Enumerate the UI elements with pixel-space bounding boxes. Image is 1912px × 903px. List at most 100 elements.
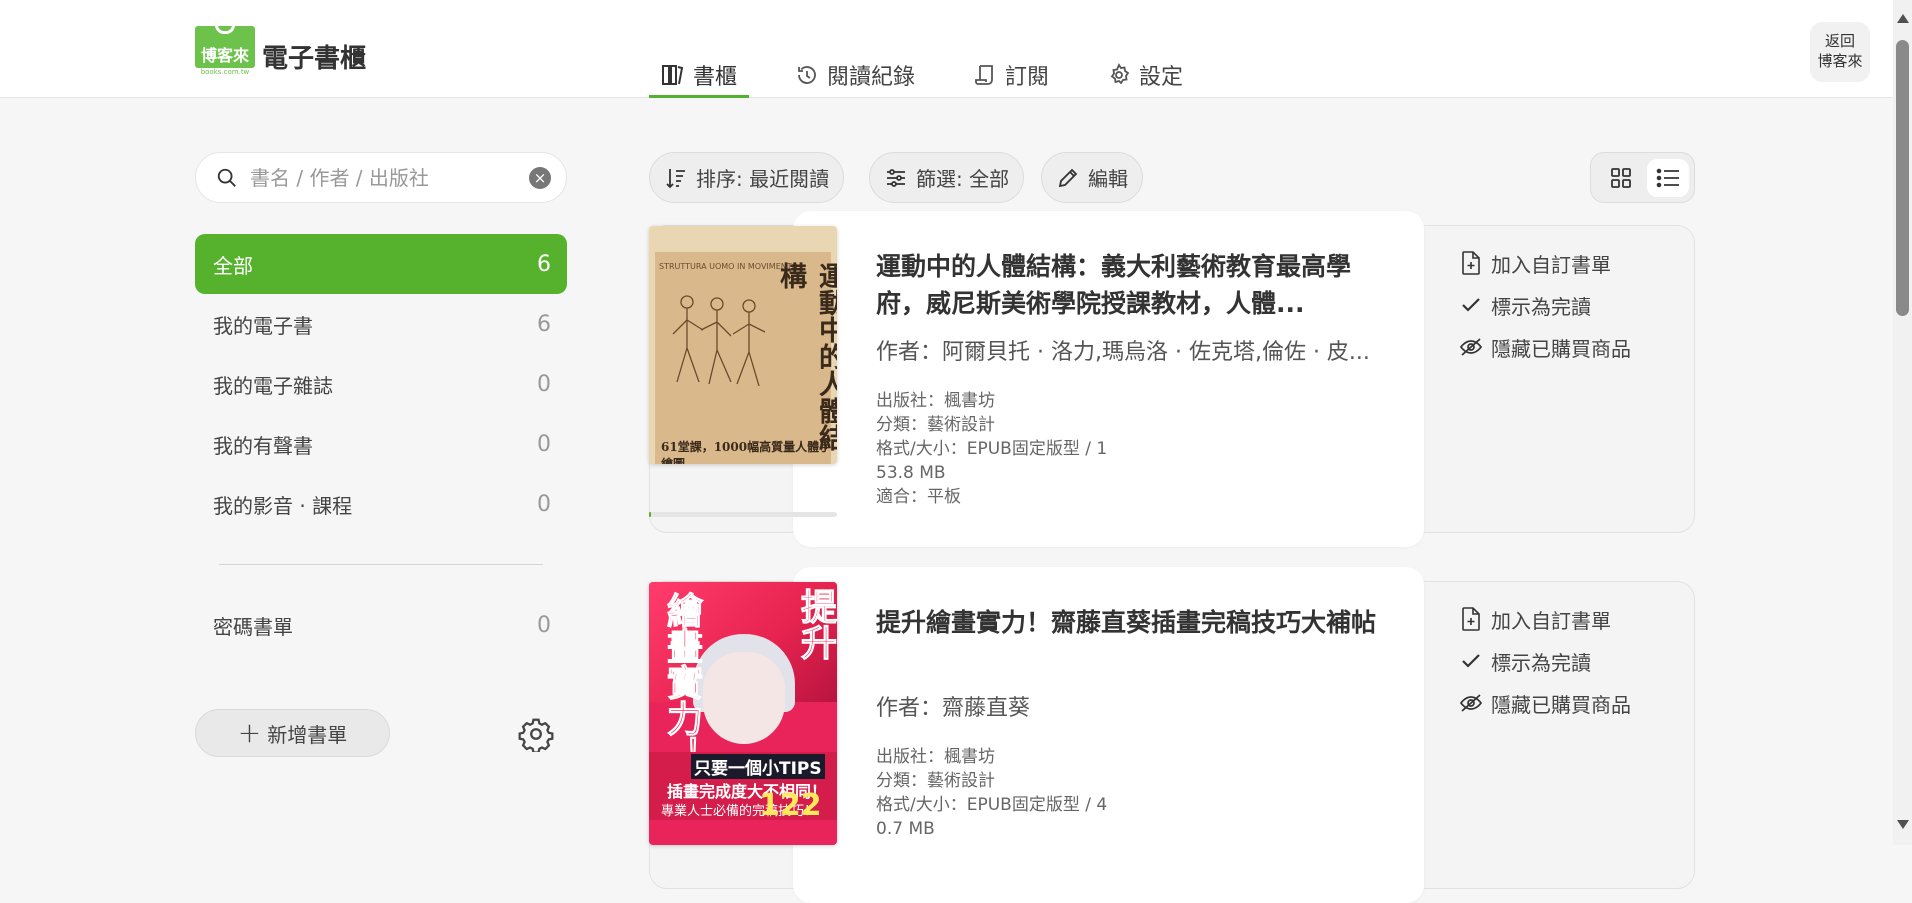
- list-view-button[interactable]: [1647, 159, 1689, 197]
- book-author: 作者：齋藤直葵: [876, 696, 1031, 721]
- book-format: 格式/大小：EPUB固定版型 / 1: [876, 439, 1108, 459]
- scroll-thumb[interactable]: [1896, 40, 1909, 316]
- tab-reading-history[interactable]: 閱讀紀錄: [783, 52, 927, 98]
- check-icon: [1462, 654, 1480, 668]
- sort-icon: [666, 168, 685, 188]
- tab-settings-label: 設定: [1139, 65, 1184, 90]
- category-code-list-wrap: 密碼書單 0: [195, 595, 567, 655]
- bookshelf-icon: [662, 65, 684, 85]
- search-box: ×: [195, 152, 567, 203]
- search-input[interactable]: [248, 162, 518, 194]
- cover-character-face: [703, 652, 785, 744]
- reading-progress-bar: [649, 512, 837, 517]
- tab-bookshelf[interactable]: 書櫃: [649, 52, 750, 98]
- category-label: 全部: [213, 253, 253, 278]
- category-label: 密碼書單: [213, 614, 293, 639]
- cover-line1: 只要一個小TIPS: [691, 754, 825, 779]
- scroll-down-arrow-icon[interactable]: [1897, 820, 1909, 829]
- action-label: 加入自訂書單: [1491, 608, 1611, 633]
- edit-button[interactable]: 編輯: [1041, 152, 1143, 203]
- mark-as-finished-button[interactable]: 標示為完讀: [1459, 284, 1631, 326]
- book-cover[interactable]: 繪畫實力！ 提升 只要一個小TIPS 插畫完成度大不相同！ 專業人士必備的完稿技…: [649, 582, 837, 845]
- clear-search-icon[interactable]: ×: [529, 167, 551, 189]
- back-button-line1: 返回: [1824, 32, 1855, 50]
- category-label: 我的有聲書: [213, 433, 313, 458]
- logo-text: 博客來: [200, 46, 249, 65]
- category-my-ebooks[interactable]: 我的電子書 6: [195, 294, 567, 354]
- category-label: 我的電子雜誌: [213, 373, 333, 398]
- eye-off-icon: [1459, 338, 1483, 356]
- category-my-emagazines[interactable]: 我的電子雜誌 0: [195, 354, 567, 414]
- action-label: 標示為完讀: [1491, 650, 1591, 675]
- book-category: 分類：藝術設計: [876, 771, 995, 791]
- history-icon: [798, 66, 816, 84]
- book-title[interactable]: 運動中的人體結構：義大利藝術教育最高學府，威尼斯美術學院授課教材，人體...: [876, 248, 1386, 322]
- add-to-custom-list-button[interactable]: 加入自訂書單: [1459, 242, 1631, 284]
- book-size: 53.8 MB: [876, 463, 946, 483]
- add-book-list-button[interactable]: + 新增書單: [195, 709, 390, 757]
- category-count: 0: [537, 491, 551, 517]
- vertical-scrollbar[interactable]: [1893, 0, 1912, 845]
- category-label: 我的影音 · 課程: [213, 493, 353, 518]
- hide-purchased-button[interactable]: 隱藏已購買商品: [1459, 682, 1631, 724]
- file-plus-icon: [1462, 251, 1480, 275]
- category-label: 我的電子書: [213, 313, 313, 338]
- add-to-custom-list-button[interactable]: 加入自訂書單: [1459, 598, 1631, 640]
- top-header: 博客來 books.com.tw 電子書櫃 書櫃 閱讀紀錄 訂閱 設定 返回 博…: [0, 0, 1893, 98]
- tab-subscription-label: 訂閱: [1005, 65, 1050, 90]
- scroll-up-arrow-icon[interactable]: [1897, 14, 1909, 23]
- books-logo[interactable]: 博客來 books.com.tw: [195, 25, 255, 76]
- check-icon: [1462, 298, 1480, 312]
- edit-label: 編輯: [1088, 167, 1128, 191]
- logo-bag-icon: 博客來: [195, 25, 255, 68]
- hide-purchased-button[interactable]: 隱藏已購買商品: [1459, 326, 1631, 368]
- book-format: 格式/大小：EPUB固定版型 / 4: [876, 795, 1108, 815]
- cover-anatomy-figures-icon: [672, 295, 766, 387]
- category-all[interactable]: 全部 6: [195, 234, 567, 294]
- pencil-icon: [1058, 168, 1078, 187]
- category-list: 全部 6 我的電子書 6 我的電子雜誌 0 我的有聲書 0 我的影音 · 課程 …: [195, 234, 567, 534]
- sort-label: 排序: 最近閱讀: [696, 167, 830, 191]
- mark-as-finished-button[interactable]: 標示為完讀: [1459, 640, 1631, 682]
- filter-button[interactable]: 篩選: 全部: [869, 152, 1025, 203]
- tab-subscription[interactable]: 訂閱: [961, 52, 1061, 98]
- subscription-icon: [975, 65, 993, 85]
- book-size: 0.7 MB: [876, 819, 935, 839]
- book-device: 適合：平板: [876, 487, 961, 507]
- gear-icon: [1110, 63, 1130, 85]
- back-button-line2: 博客來: [1817, 52, 1863, 70]
- tab-settings[interactable]: 設定: [1095, 52, 1195, 98]
- list-settings-gear-icon[interactable]: [518, 716, 554, 752]
- action-label: 隱藏已購買商品: [1491, 336, 1631, 361]
- view-mode-toggle: [1590, 152, 1695, 203]
- book-title[interactable]: 提升繪畫實力！齋藤直葵插畫完稿技巧大補帖: [876, 604, 1386, 641]
- filter-sliders-icon: [887, 168, 905, 187]
- file-plus-icon: [1462, 607, 1480, 631]
- page-title: 電子書櫃: [262, 44, 367, 74]
- category-count: 6: [537, 251, 551, 277]
- action-label: 加入自訂書單: [1491, 252, 1611, 277]
- grid-view-button[interactable]: [1601, 161, 1641, 195]
- grid-view-icon: [1611, 168, 1631, 188]
- filter-label: 篩選: 全部: [916, 167, 1010, 191]
- tab-bookshelf-label: 書櫃: [693, 65, 738, 90]
- book-actions: 加入自訂書單 標示為完讀 隱藏已購買商品: [1459, 242, 1631, 368]
- category-count: 0: [537, 431, 551, 457]
- category-my-audiobooks[interactable]: 我的有聲書 0: [195, 414, 567, 474]
- plus-icon: +: [237, 716, 262, 749]
- book-category: 分類：藝術設計: [876, 415, 995, 435]
- book-meta: 出版社：楓書坊 分類：藝術設計 格式/大小：EPUB固定版型 / 4 0.7 M…: [876, 745, 1107, 841]
- category-count: 0: [537, 612, 551, 638]
- reading-progress-fill: [649, 512, 651, 517]
- action-label: 隱藏已購買商品: [1491, 692, 1631, 717]
- book-publisher: 出版社：楓書坊: [876, 747, 995, 767]
- cover-right-title: 提升: [795, 588, 837, 661]
- book-cover[interactable]: STRUTTURA UOMO IN MOVIMENTO 運動中的人體結構 61堂…: [649, 226, 837, 464]
- category-code-list[interactable]: 密碼書單 0: [195, 595, 567, 655]
- logo-subtext: books.com.tw: [200, 68, 250, 76]
- category-my-video-courses[interactable]: 我的影音 · 課程 0: [195, 474, 567, 534]
- sort-button[interactable]: 排序: 最近閱讀: [649, 152, 845, 203]
- back-to-books-button[interactable]: 返回 博客來: [1810, 22, 1870, 82]
- eye-off-icon: [1459, 694, 1483, 712]
- book-meta: 出版社：楓書坊 分類：藝術設計 格式/大小：EPUB固定版型 / 1 53.8 …: [876, 389, 1107, 509]
